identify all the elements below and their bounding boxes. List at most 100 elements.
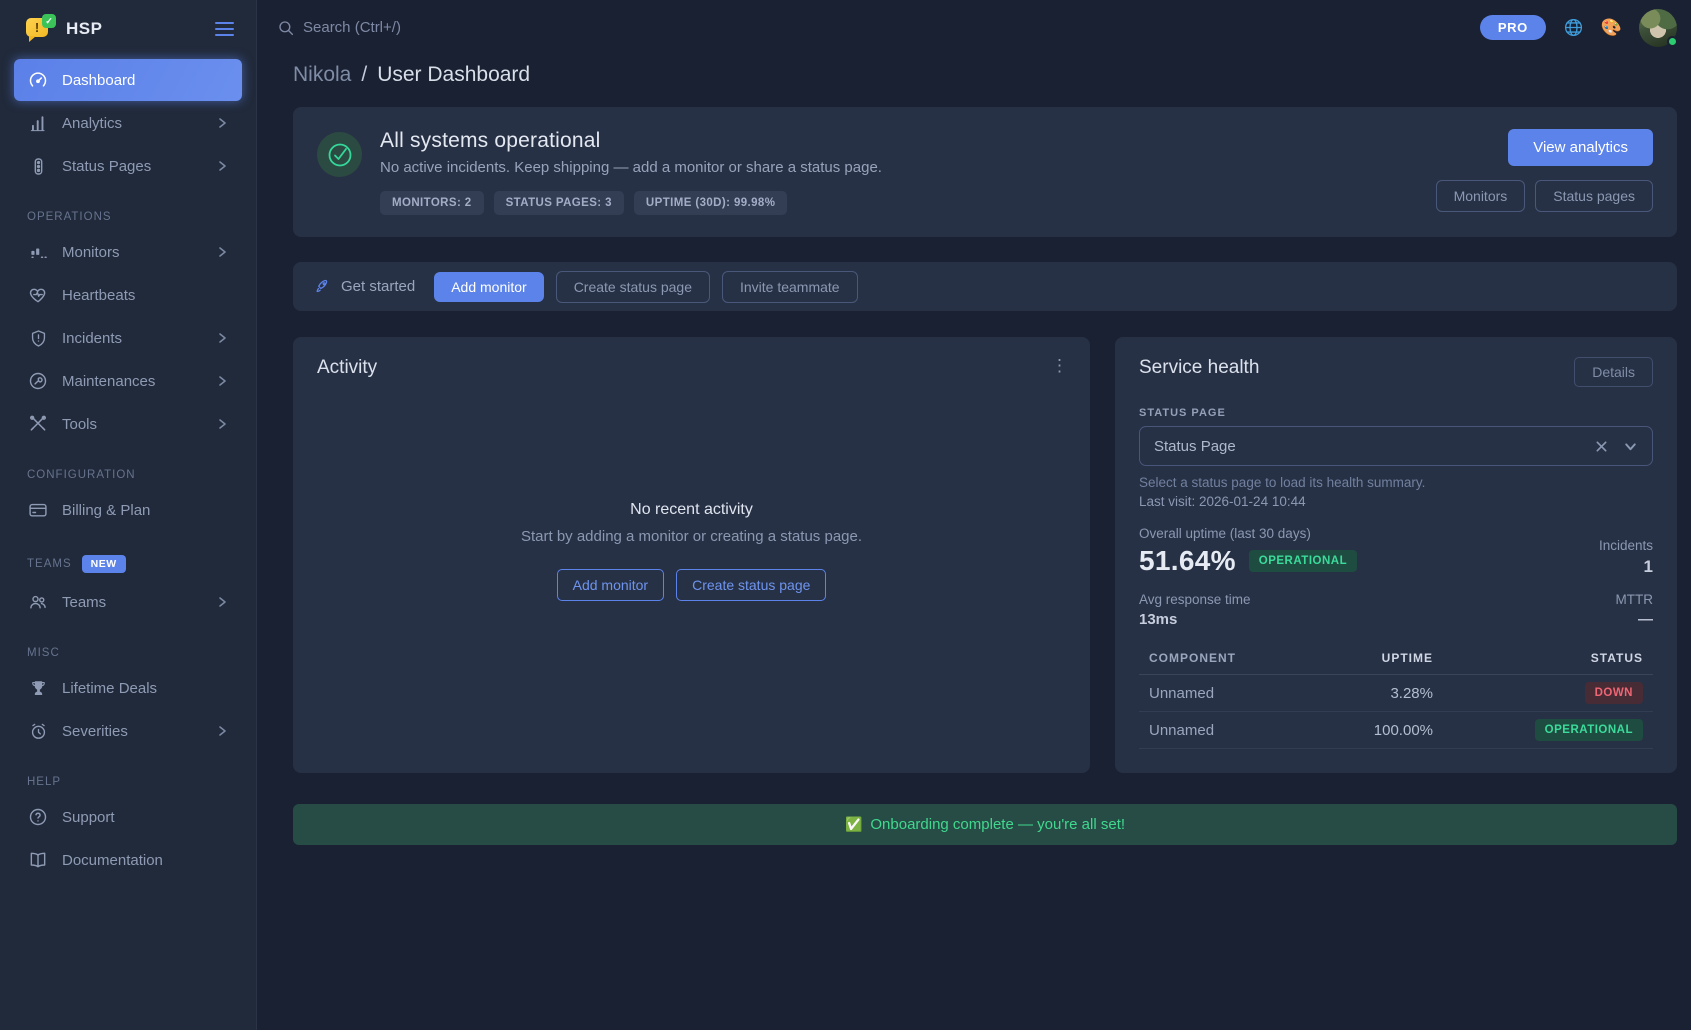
sidebar-header: ! ✓ HSP [0, 0, 256, 54]
uptime-status-badge: OPERATIONAL [1249, 550, 1357, 572]
chevron-right-icon [215, 724, 229, 738]
sidebar-item-teams[interactable]: Teams [14, 581, 242, 623]
monitors-chip: MONITORS: 2 [380, 191, 484, 215]
status-badge: OPERATIONAL [1535, 719, 1643, 741]
sidebar-item-lifetime-deals[interactable]: Lifetime Deals [14, 667, 242, 709]
status-column-header: STATUS [1433, 651, 1643, 665]
details-button[interactable]: Details [1574, 357, 1653, 387]
activity-card: Activity ⋮ No recent activity Start by a… [293, 337, 1090, 773]
chevron-right-icon [215, 417, 229, 431]
incidents-label: Incidents [1599, 538, 1653, 553]
component-uptime: 3.28% [1263, 685, 1433, 702]
sidebar-item-label: Status Pages [62, 158, 151, 175]
online-status-dot [1667, 36, 1678, 47]
activity-empty-state: No recent activity Start by adding a mon… [317, 349, 1066, 753]
add-monitor-button[interactable]: Add monitor [434, 272, 543, 302]
sidebar-item-monitors[interactable]: Monitors [14, 231, 242, 273]
sidebar-item-status-pages[interactable]: Status Pages [14, 145, 242, 187]
select-helper-text: Select a status page to load its health … [1139, 475, 1653, 490]
empty-add-monitor-button[interactable]: Add monitor [557, 569, 664, 601]
tools-icon [27, 413, 49, 435]
status-pages-chip: STATUS PAGES: 3 [494, 191, 624, 215]
heartbeat-icon [27, 284, 49, 306]
monitors-icon [27, 241, 49, 263]
sidebar-item-billing[interactable]: Billing & Plan [14, 489, 242, 531]
hero-actions: View analytics Monitors Status pages [1436, 129, 1653, 215]
monitors-button[interactable]: Monitors [1436, 180, 1526, 212]
sidebar-item-tools[interactable]: Tools [14, 403, 242, 445]
view-analytics-button[interactable]: View analytics [1508, 129, 1653, 166]
analytics-icon [27, 112, 49, 134]
chevron-right-icon [215, 245, 229, 259]
sidebar-item-label: Support [62, 809, 115, 826]
search-input[interactable]: Search (Ctrl+/) [277, 19, 401, 37]
app-root: ! ✓ HSP Dashboard Analytics [0, 0, 1691, 1030]
uptime-stat-row: Overall uptime (last 30 days) 51.64% OPE… [1139, 526, 1653, 577]
chevron-down-icon[interactable] [1623, 439, 1638, 454]
sidebar-item-label: Incidents [62, 330, 122, 347]
service-health-card: Service health Details STATUS PAGE Statu… [1115, 337, 1677, 773]
chevron-right-icon [215, 595, 229, 609]
sidebar-item-heartbeats[interactable]: Heartbeats [14, 274, 242, 316]
sidebar-item-maintenances[interactable]: Maintenances [14, 360, 242, 402]
sidebar-section-configuration: CONFIGURATION [27, 469, 256, 481]
avg-response-block: Avg response time 13ms [1139, 592, 1251, 628]
avg-response-label: Avg response time [1139, 592, 1251, 607]
create-status-page-button[interactable]: Create status page [556, 271, 710, 303]
status-hero-card: All systems operational No active incide… [293, 107, 1677, 237]
app-logo[interactable]: ! ✓ [26, 16, 54, 42]
sidebar-section-misc: MISC [27, 647, 256, 659]
sidebar-item-documentation[interactable]: Documentation [14, 839, 242, 881]
sidebar-item-support[interactable]: Support [14, 796, 242, 838]
chevron-right-icon [215, 116, 229, 130]
mttr-block: MTTR — [1616, 592, 1654, 628]
sidebar-item-label: Monitors [62, 244, 120, 261]
sidebar-item-label: Maintenances [62, 373, 155, 390]
sidebar-item-incidents[interactable]: Incidents [14, 317, 242, 359]
sidebar-item-analytics[interactable]: Analytics [14, 102, 242, 144]
user-avatar[interactable] [1639, 9, 1677, 47]
get-started-label: Get started [341, 278, 415, 295]
theme-palette-icon[interactable]: 🎨 [1601, 18, 1622, 38]
hero-text-block: All systems operational No active incide… [380, 129, 882, 215]
topbar-actions: PRO 🎨 [1480, 9, 1677, 47]
onboarding-banner: ✅ Onboarding complete — you're all set! [293, 804, 1677, 845]
status-badge: DOWN [1585, 682, 1643, 704]
breadcrumb-separator: / [361, 63, 367, 87]
mttr-label: MTTR [1616, 592, 1654, 607]
uptime-block: Overall uptime (last 30 days) 51.64% OPE… [1139, 526, 1357, 577]
trophy-icon [27, 677, 49, 699]
get-started-bar: Get started Add monitor Create status pa… [293, 262, 1677, 311]
get-started-label-wrap: Get started [314, 278, 415, 296]
book-icon [27, 849, 49, 871]
sidebar-section-teams: TEAMS NEW [27, 555, 256, 573]
sidebar-item-label: Tools [62, 416, 97, 433]
empty-create-status-page-button[interactable]: Create status page [676, 569, 826, 601]
sidebar-item-label: Lifetime Deals [62, 680, 157, 697]
clear-icon[interactable] [1595, 440, 1608, 453]
hero-quick-links: Monitors Status pages [1436, 180, 1653, 212]
chevron-right-icon [215, 374, 229, 388]
wrench-circle-icon [27, 370, 49, 392]
kebab-menu-icon[interactable]: ⋮ [1051, 357, 1068, 374]
sidebar-item-dashboard[interactable]: Dashboard [14, 59, 242, 101]
sidebar-item-label: Documentation [62, 852, 163, 869]
service-health-header: Service health Details [1139, 357, 1653, 387]
hero-stat-chips: MONITORS: 2 STATUS PAGES: 3 UPTIME (30D)… [380, 191, 882, 215]
component-column-header: COMPONENT [1149, 651, 1263, 665]
breadcrumb-current: User Dashboard [377, 63, 530, 87]
sidebar-item-label: Severities [62, 723, 128, 740]
shield-alert-icon [27, 327, 49, 349]
credit-card-icon [27, 499, 49, 521]
status-pages-button[interactable]: Status pages [1535, 180, 1653, 212]
table-row[interactable]: Unnamed 3.28% DOWN [1139, 675, 1653, 712]
breadcrumb-parent[interactable]: Nikola [293, 63, 351, 87]
table-row[interactable]: Unnamed 100.00% OPERATIONAL [1139, 712, 1653, 749]
pro-badge[interactable]: PRO [1480, 15, 1546, 40]
sidebar-collapse-toggle[interactable] [215, 22, 234, 36]
hero-title: All systems operational [380, 129, 882, 153]
status-page-select[interactable]: Status Page [1139, 426, 1653, 466]
invite-teammate-button[interactable]: Invite teammate [722, 271, 858, 303]
language-globe-icon[interactable] [1563, 17, 1584, 38]
sidebar-item-severities[interactable]: Severities [14, 710, 242, 752]
